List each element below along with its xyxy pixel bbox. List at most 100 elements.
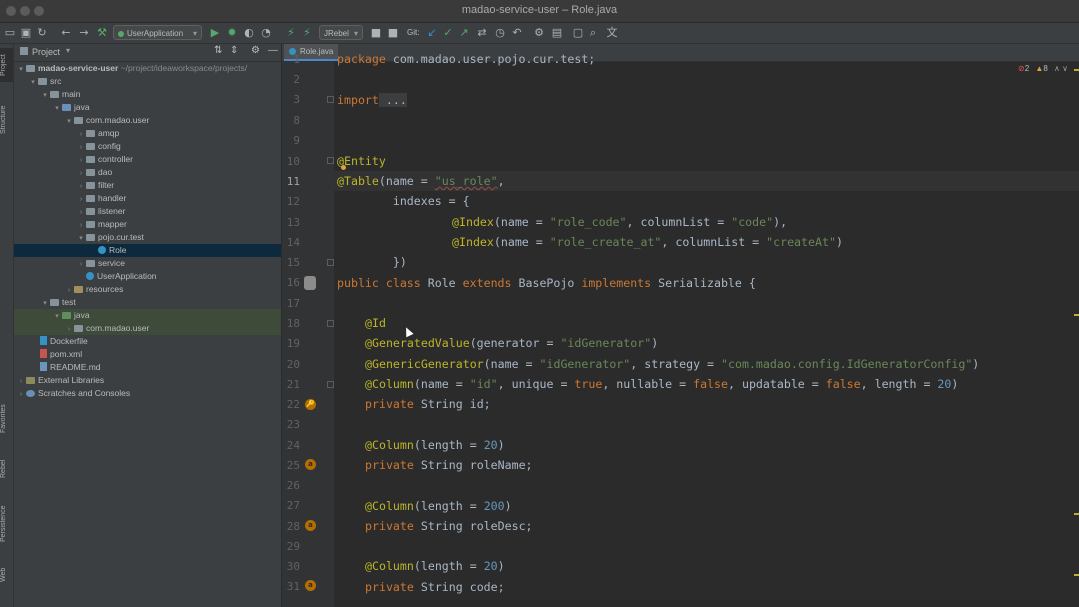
open-folder-icon[interactable]: ▭ [2,25,18,41]
annotation: @Column [365,559,414,573]
git-history-icon[interactable]: ◷ [492,25,508,41]
key-field-icon[interactable]: 🔑 [305,399,316,410]
tree-item-user-application[interactable]: UserApplication [14,270,281,283]
fold-marker[interactable] [327,96,334,103]
layout-icon[interactable]: ▢ [570,25,586,41]
code-text: , length = [860,377,938,391]
tree-item-main[interactable]: ▾ main [14,88,281,101]
tree-item-test-java[interactable]: ▾ java [14,309,281,322]
jrebel-debug-icon[interactable]: ⚡ [299,25,315,41]
git-update-icon[interactable]: ↙ [424,25,440,41]
run-config-icon [118,31,124,37]
chevron-down-icon[interactable]: ▾ [66,46,70,55]
git-compare-icon[interactable]: ⇄ [474,25,490,41]
tree-item-readme[interactable]: README.md [14,361,281,374]
code-line-10: @Entity [337,154,386,168]
tree-item-dao[interactable]: › dao [14,166,281,179]
tree-item-test-package[interactable]: › com.madao.user [14,322,281,335]
debug-icon[interactable]: ✹ [224,25,240,41]
string-literal: "id" [469,377,498,391]
database-icon[interactable] [304,276,316,290]
back-icon[interactable]: ← [58,25,74,41]
coverage-icon[interactable]: ◐ [241,25,257,41]
code-text: , strategy = [630,357,722,371]
tree-item-service[interactable]: › service [14,257,281,270]
build-hammer-icon[interactable]: ⚒ [94,25,110,41]
forward-icon[interactable]: → [76,25,92,41]
gear-icon[interactable]: ⚙ [251,45,260,56]
tree-item-external-libraries[interactable]: › External Libraries [14,374,281,387]
code-line-24: @Column(length = 20) [365,438,505,452]
chevron-down-icon[interactable]: ∨ [1062,64,1068,73]
tree-item-config[interactable]: › config [14,140,281,153]
annotation: @Id [365,316,386,330]
tree-item-pojo-cur-test[interactable]: ▾ pojo.cur.test [14,231,281,244]
line-number: 19 [286,337,300,350]
tree-item-test[interactable]: ▾ test [14,296,281,309]
stop-all-icon[interactable]: ■ [385,25,401,41]
git-commit-icon[interactable]: ✓ [440,25,456,41]
expand-all-icon[interactable]: ⇕ [230,45,238,56]
tree-item-amqp[interactable]: › amqp [14,127,281,140]
tree-item-controller[interactable]: › controller [14,153,281,166]
web-tool-button[interactable]: Web [0,564,13,586]
fold-marker[interactable] [327,259,334,266]
tree-item-listener[interactable]: › listener [14,205,281,218]
structure-tool-button[interactable]: Structure [0,98,13,142]
fold-marker[interactable] [327,320,334,327]
keyword: true [574,377,603,391]
persistence-tool-button[interactable]: Persistence [0,500,13,548]
field-gutter-icon[interactable]: a [305,520,316,531]
folder-icon [38,78,47,85]
project-panel: Project ▾ ⇅ ⇕ ⚙ — ▾ madao-service-user ~/… [14,44,282,607]
jrebel-run-icon[interactable]: ⚡ [283,25,299,41]
tree-item-src[interactable]: ▾ src [14,75,281,88]
code-text: , updatable = [728,377,826,391]
stop-icon[interactable]: ■ [368,25,384,41]
jrebel-select[interactable]: JRebel ▾ [319,25,363,40]
tree-item-mapper[interactable]: › mapper [14,218,281,231]
folded-imports[interactable]: ... [378,93,407,107]
package-icon [86,156,95,163]
tree-item-pom[interactable]: pom.xml [14,348,281,361]
chevron-down-icon: ▾ [353,29,358,38]
translate-icon[interactable]: 文 [604,25,620,41]
fold-marker[interactable] [327,381,334,388]
tree-item-java[interactable]: ▾ java [14,101,281,114]
line-number: 18 [286,317,300,330]
run-icon[interactable]: ▶ [207,25,223,41]
tree-item-resources[interactable]: › resources [14,283,281,296]
keyword: extends [462,276,512,290]
hide-panel-icon[interactable]: — [268,45,278,56]
wrench-icon[interactable]: ⚙ [531,25,547,41]
run-configuration-select[interactable]: UserApplication ▾ [113,25,202,40]
keyword: implements [581,276,652,290]
tree-item-scratches[interactable]: › Scratches and Consoles [14,387,281,400]
tree-item-handler[interactable]: › handler [14,192,281,205]
profile-icon[interactable]: ◔ [258,25,274,41]
git-push-icon[interactable]: ↗ [456,25,472,41]
project-structure-icon[interactable]: ▤ [549,25,565,41]
favorites-tool-button[interactable]: Favorites [0,399,13,439]
tree-item-filter[interactable]: › filter [14,179,281,192]
git-rollback-icon[interactable]: ↶ [509,25,525,41]
project-view-title[interactable]: Project [32,47,60,57]
tree-item-dockerfile[interactable]: Dockerfile [14,335,281,348]
field-gutter-icon[interactable]: a [305,580,316,591]
problems-indicator[interactable]: ⊘2 ▲8 ∧ ∨ [1018,64,1068,73]
fold-marker[interactable] [327,157,334,164]
save-icon[interactable]: ▣ [18,25,34,41]
code-text: String roleDesc; [413,519,533,533]
code-line-30: @Column(length = 20) [365,559,505,573]
chevron-up-icon[interactable]: ∧ [1054,64,1060,73]
project-tool-button[interactable]: Project [0,50,13,80]
search-icon[interactable]: ⌕ [585,25,601,41]
code-line-22: private String id; [365,397,491,411]
tree-root-madao-service-user[interactable]: ▾ madao-service-user ~/project/ideaworksp… [14,62,281,75]
field-gutter-icon[interactable]: a [305,459,316,470]
sync-icon[interactable]: ↻ [34,25,50,41]
tree-item-role[interactable]: Role [14,244,281,257]
rebel-tool-button[interactable]: Rebel [0,456,13,482]
collapse-all-icon[interactable]: ⇅ [214,45,222,56]
tree-item-package[interactable]: ▾ com.madao.user [14,114,281,127]
